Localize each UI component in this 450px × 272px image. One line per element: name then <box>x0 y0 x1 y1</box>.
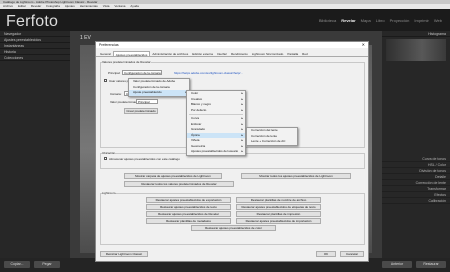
module-biblioteca[interactable]: Biblioteca <box>319 18 336 23</box>
optics-submenu: Corrección del lente Corrección de lente… <box>246 127 298 146</box>
copy-settings-button[interactable]: Copiar... <box>4 261 30 268</box>
identity-plate-bar: Ferfoto Biblioteca Revelar Mapa Libro Pr… <box>0 9 450 31</box>
master-dropdown-menu: Valor predeterminado de Adobe Configurac… <box>128 78 190 97</box>
submenu-item-default[interactable]: Por defecto ▸ <box>187 108 245 114</box>
optics-item-lens-plus-ac[interactable]: Lente + Corrección de AC <box>247 139 297 145</box>
chevron-right-icon: ▸ <box>241 107 243 112</box>
menu-item-preset-label: Ajuste preestablecido <box>133 90 162 94</box>
show-all-presets-button[interactable]: Mostrar todos los ajustes preestablecido… <box>241 173 351 179</box>
tab-interface[interactable]: Interfaz <box>215 51 229 56</box>
section-calibration[interactable]: Calibración <box>382 198 450 204</box>
lightroom-defaults-heading: Lightroom <box>102 191 116 195</box>
submenu-item-user-presets-label: Ajustes preestablecidos del usuario <box>191 149 239 153</box>
photo-exposure-label: 1 EV <box>80 35 91 41</box>
tab-general[interactable]: General <box>98 51 113 56</box>
dialog-title: Preferencias <box>99 43 119 47</box>
paste-settings-button[interactable]: Pegar <box>34 261 60 268</box>
submenu-item-curve-label: Curva <box>191 116 200 120</box>
module-libro[interactable]: Libro <box>376 18 385 23</box>
restore-text-label-presets-button[interactable]: Restaurar ajustes preestablecidos de eti… <box>236 204 321 210</box>
tab-network[interactable]: Red <box>300 51 310 56</box>
restore-import-presets-button[interactable]: Restaurar ajustes preestablecidos de imp… <box>236 218 321 224</box>
dialog-titlebar: Preferencias <box>96 42 368 48</box>
tab-display[interactable]: Pantalla <box>285 51 300 56</box>
module-mapa[interactable]: Mapa <box>361 18 371 23</box>
restart-lightroom-button[interactable]: Reiniciar Lightroom Classic <box>100 251 148 257</box>
show-presets-folder-button[interactable]: Mostrar carpeta de ajustes preestablecid… <box>124 173 222 179</box>
master-select[interactable]: Configuración de la cámara <box>122 70 162 75</box>
menu-separator <box>189 114 243 115</box>
dialog-tabs: General Ajustes preestablecidos Administ… <box>96 51 368 57</box>
right-panel: Histograma Curva de tonos HSL / Color Di… <box>382 31 450 258</box>
submenu-item-default-label: Por defecto <box>191 107 207 112</box>
lightroom-defaults-group <box>100 193 365 245</box>
default-select[interactable]: Principal <box>136 99 158 104</box>
module-revelar[interactable]: Revelar <box>341 18 355 23</box>
restore-metadata-templates-button[interactable]: Restaurar plantillas de metadatos <box>146 218 231 224</box>
submenu-item-creative-label: Creativo <box>191 96 203 101</box>
tab-external-editing[interactable]: Edición externa <box>190 51 215 56</box>
submenu-item-optics-label: Óptica <box>191 132 200 137</box>
submenu-item-grain-label: Granulado <box>191 127 206 131</box>
override-camera-checkbox[interactable] <box>104 79 107 82</box>
restore-print-templates-button[interactable]: Restaurar plantillas de impresión <box>236 211 321 217</box>
menu-item-preset[interactable]: Ajuste preestablecido▸ <box>129 90 189 96</box>
restore-filename-templates-button[interactable]: Restaurar plantillas de nombre de archiv… <box>236 197 321 203</box>
close-icon[interactable]: ✕ <box>362 42 365 48</box>
ok-button[interactable]: OK <box>316 251 336 257</box>
panel-collections[interactable]: Colecciones <box>0 55 70 61</box>
brand-logo: Ferfoto <box>6 13 59 30</box>
preset-submenu: Color ▸ Creativo ▸ Blanco y negro ▸ Por def… <box>186 90 246 156</box>
module-proyeccion[interactable]: Proyección <box>390 18 410 23</box>
cancel-button[interactable]: Cancelar <box>340 251 364 257</box>
submenu-item-geometry-label: Geometría <box>191 143 206 148</box>
left-panel: Navegador Ajustes preestablecidos Instan… <box>0 31 70 258</box>
restore-develop-defaults-button[interactable]: Restaurar todos los valores predetermina… <box>124 181 234 187</box>
submenu-item-bw-label: Blanco y negro <box>191 102 212 106</box>
tab-performance[interactable]: Rendimiento <box>229 51 250 56</box>
master-label: Principal: <box>108 71 121 75</box>
submenu-item-vignette-label: Viñeta <box>191 138 200 142</box>
adobe-help-link[interactable]: https://helpx.adobe.com/es/lightroom-cla… <box>174 71 243 75</box>
histogram-header[interactable]: Histograma <box>382 31 450 37</box>
submenu-item-user-presets[interactable]: Ajustes preestablecidos del usuario ▸ <box>187 149 245 155</box>
histogram <box>386 39 446 61</box>
restore-color-presets-button[interactable]: Restaurar ajustes preestablecidos de col… <box>191 225 276 231</box>
previous-button[interactable]: Anterior <box>382 261 412 268</box>
location-heading: Ubicación <box>102 151 116 155</box>
restore-develop-presets-button[interactable]: Restaurar ajustes preestablecidos de Rev… <box>146 211 231 217</box>
module-imprimir[interactable]: Imprimir <box>414 18 428 23</box>
tab-lightroom-sync[interactable]: Lightroom Sincronizado <box>250 51 286 56</box>
develop-defaults-heading: Valores predeterminados de Revelar <box>102 60 151 64</box>
store-presets-checkbox[interactable] <box>104 157 107 160</box>
camera-label: Cámara: <box>110 92 122 96</box>
tab-presets[interactable]: Ajustes preestablecidos <box>112 51 151 57</box>
develop-sections: Curva de tonos HSL / Color División de t… <box>382 156 450 204</box>
restore-text-presets-button[interactable]: Restaurar ajustes preestablecidos de tex… <box>146 204 231 210</box>
create-default-button[interactable]: Crear predeterminado <box>124 108 158 114</box>
submenu-item-color-label: Color <box>191 91 199 95</box>
reset-button[interactable]: Restaurar <box>416 261 446 268</box>
submenu-item-sharpen-label: Enfocar <box>191 121 202 126</box>
tab-file-handling[interactable]: Administración de archivos <box>150 51 190 56</box>
restore-export-presets-button[interactable]: Restaurar ajustes preestablecidos de exp… <box>146 197 231 203</box>
chevron-right-icon: ▸ <box>241 149 243 153</box>
module-picker: Biblioteca Revelar Mapa Libro Proyección… <box>319 18 442 23</box>
store-presets-label: Almacenar ajustes preestablecidos con es… <box>109 157 180 161</box>
module-web[interactable]: Web <box>434 18 442 23</box>
